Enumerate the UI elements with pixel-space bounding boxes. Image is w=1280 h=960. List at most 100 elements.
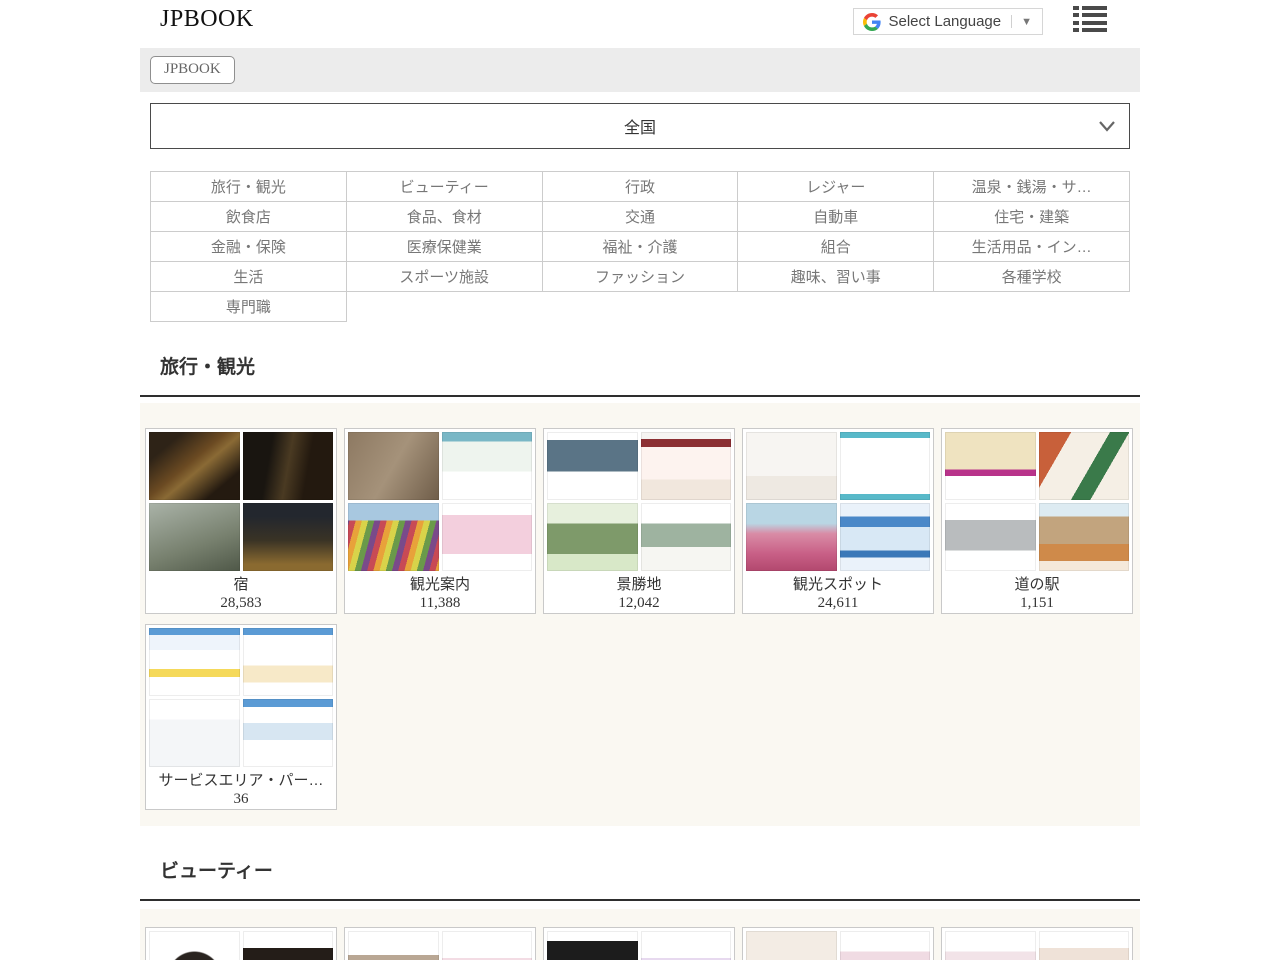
thumbnail-image <box>746 503 837 571</box>
chevron-down-icon <box>1099 119 1115 137</box>
category-cell[interactable]: ファッション <box>542 262 738 292</box>
beauty-cards <box>145 927 1135 960</box>
category-card-yado[interactable]: 宿 28,583 <box>145 428 337 614</box>
category-cell[interactable]: 住宅・建築 <box>934 202 1130 232</box>
section-title-beauty: ビューティー <box>160 860 1140 884</box>
category-cell[interactable]: スポーツ施設 <box>346 262 542 292</box>
category-card-keishouchi[interactable]: 景勝地 12,042 <box>543 428 735 614</box>
thumbnail-image <box>243 432 334 500</box>
thumbnail-image <box>149 699 240 767</box>
category-cell[interactable]: 交通 <box>542 202 738 232</box>
card-count: 11,388 <box>348 595 532 612</box>
card-thumbnails <box>149 432 333 571</box>
card-count: 28,583 <box>149 595 333 612</box>
site-header: JPBOOK Select Language ▼ <box>140 0 1140 48</box>
category-cell[interactable]: 飲食店 <box>151 202 347 232</box>
thumbnail-image <box>547 432 638 500</box>
category-cell[interactable]: ビューティー <box>346 172 542 202</box>
category-card-kankou-annai[interactable]: 観光案内 11,388 <box>344 428 536 614</box>
site-title[interactable]: JPBOOK <box>160 6 254 33</box>
thumbnail-image <box>945 931 1036 960</box>
thumbnail-image <box>641 931 732 960</box>
category-row: 飲食店 食品、食材 交通 自動車 住宅・建築 <box>151 202 1130 232</box>
category-cell[interactable]: 福祉・介護 <box>542 232 738 262</box>
thumbnail-image <box>149 503 240 571</box>
thumbnail-image <box>243 699 334 767</box>
category-cell[interactable]: 金融・保険 <box>151 232 347 262</box>
category-cell-empty <box>346 292 542 322</box>
thumbnail-image <box>149 931 240 960</box>
category-card-kankou-spot[interactable]: 観光スポット 24,611 <box>742 428 934 614</box>
category-cell[interactable]: 組合 <box>738 232 934 262</box>
category-cell[interactable]: 医療保健業 <box>346 232 542 262</box>
category-cell[interactable]: 専門職 <box>151 292 347 322</box>
category-cell[interactable]: 生活用品・イン… <box>934 232 1130 262</box>
travel-cards: 宿 28,583 観光案内 11,388 <box>145 428 1135 810</box>
category-cell[interactable]: 温泉・銭湯・サ… <box>934 172 1130 202</box>
thumbnail-image <box>840 432 931 500</box>
language-dropdown-arrow-icon: ▼ <box>1011 15 1034 28</box>
thumbnail-image <box>348 503 439 571</box>
category-cell-empty <box>934 292 1130 322</box>
category-cell[interactable]: 旅行・観光 <box>151 172 347 202</box>
region-dropdown[interactable]: 全国 <box>150 103 1130 149</box>
breadcrumb-home-button[interactable]: JPBOOK <box>150 56 235 84</box>
category-cell[interactable]: 食品、食材 <box>346 202 542 232</box>
thumbnail-image <box>746 931 837 960</box>
thumbnail-image <box>746 432 837 500</box>
category-card-beauty[interactable] <box>941 927 1133 960</box>
page-container: JPBOOK Select Language ▼ JPBOOK 全国 <box>140 0 1140 960</box>
card-label: 観光スポット <box>746 575 930 595</box>
section-divider <box>140 899 1140 901</box>
card-label: サービスエリア・パー… <box>149 771 333 791</box>
category-card-michinoeki[interactable]: 道の駅 1,151 <box>941 428 1133 614</box>
menu-list-icon[interactable] <box>1073 6 1107 32</box>
card-label: 観光案内 <box>348 575 532 595</box>
category-card-beauty[interactable] <box>543 927 735 960</box>
thumbnail-image <box>840 503 931 571</box>
category-cell-empty <box>542 292 738 322</box>
category-cell[interactable]: 自動車 <box>738 202 934 232</box>
thumbnail-image <box>1039 503 1130 571</box>
travel-card-zone: 宿 28,583 観光案内 11,388 <box>140 403 1140 826</box>
card-count: 1,151 <box>945 595 1129 612</box>
card-thumbnails <box>945 931 1129 960</box>
card-thumbnails <box>746 931 930 960</box>
category-card-beauty[interactable] <box>742 927 934 960</box>
language-selector[interactable]: Select Language ▼ <box>853 8 1044 35</box>
category-cell-empty <box>738 292 934 322</box>
thumbnail-image <box>547 503 638 571</box>
category-card-beauty[interactable] <box>344 927 536 960</box>
thumbnail-image <box>149 628 240 696</box>
thumbnail-image <box>1039 931 1130 960</box>
card-label: 道の駅 <box>945 575 1129 595</box>
category-cell[interactable]: レジャー <box>738 172 934 202</box>
thumbnail-image <box>348 931 439 960</box>
category-row: 旅行・観光 ビューティー 行政 レジャー 温泉・銭湯・サ… <box>151 172 1130 202</box>
card-thumbnails <box>945 432 1129 571</box>
category-cell[interactable]: 行政 <box>542 172 738 202</box>
thumbnail-image <box>243 503 334 571</box>
category-card-beauty[interactable] <box>145 927 337 960</box>
thumbnail-image <box>641 503 732 571</box>
beauty-card-zone <box>140 909 1140 960</box>
card-count: 24,611 <box>746 595 930 612</box>
category-row: 金融・保険 医療保健業 福祉・介護 組合 生活用品・イン… <box>151 232 1130 262</box>
card-thumbnails <box>149 931 333 960</box>
card-count: 36 <box>149 791 333 808</box>
section-divider <box>140 395 1140 397</box>
thumbnail-image <box>149 432 240 500</box>
card-thumbnails <box>746 432 930 571</box>
category-cell[interactable]: 生活 <box>151 262 347 292</box>
section-title-travel: 旅行・観光 <box>160 356 1140 380</box>
card-thumbnails <box>547 931 731 960</box>
card-thumbnails <box>547 432 731 571</box>
category-cell[interactable]: 趣味、習い事 <box>738 262 934 292</box>
category-card-service-area[interactable]: サービスエリア・パー… 36 <box>145 624 337 810</box>
category-cell[interactable]: 各種学校 <box>934 262 1130 292</box>
thumbnail-image <box>243 628 334 696</box>
thumbnail-image <box>945 503 1036 571</box>
region-dropdown-value: 全国 <box>624 114 656 138</box>
thumbnail-image <box>840 931 931 960</box>
card-label: 宿 <box>149 575 333 595</box>
